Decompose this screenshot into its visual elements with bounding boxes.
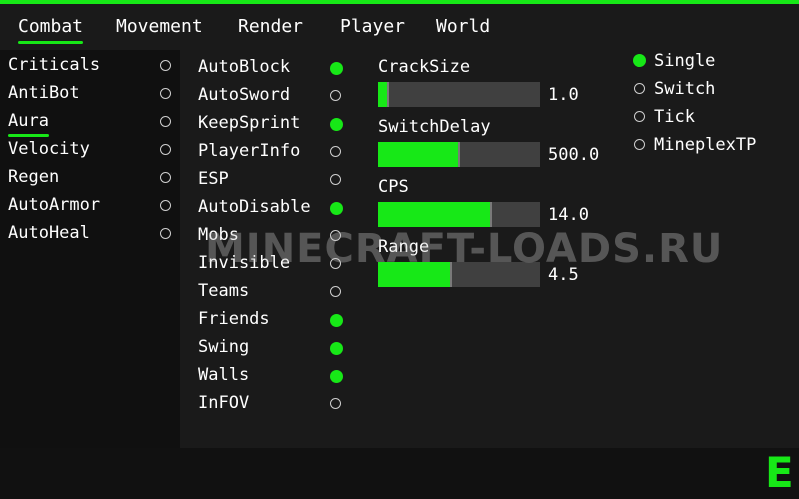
module-antibot[interactable]: AntiBot [8, 83, 80, 103]
module-antibot-toggle[interactable] [160, 88, 171, 99]
setting-autoblock-toggle[interactable] [330, 62, 343, 75]
module-autoarmor-toggle[interactable] [160, 200, 171, 211]
setting-autodisable-toggle[interactable] [330, 202, 343, 215]
client-logo: E [765, 448, 794, 497]
mode-tick-radio[interactable] [634, 111, 645, 122]
tab-player[interactable]: Player [340, 16, 405, 38]
cracksize-value: 1.0 [548, 85, 579, 105]
module-velocity[interactable]: Velocity [8, 139, 90, 159]
setting-infov-toggle[interactable] [330, 398, 341, 409]
setting-swing[interactable]: Swing [198, 337, 249, 357]
mode-switch[interactable]: Switch [654, 79, 715, 99]
cps-slider-handle[interactable] [490, 202, 493, 227]
module-regen-toggle[interactable] [160, 172, 171, 183]
cps-value: 14.0 [548, 205, 589, 225]
watermark-text: MINECRAFT-LOADS.RU [205, 226, 724, 272]
setting-walls[interactable]: Walls [198, 365, 249, 385]
setting-walls-toggle[interactable] [330, 370, 343, 383]
switchdelay-label: SwitchDelay [378, 117, 491, 137]
switchdelay-slider-fill [378, 142, 459, 167]
setting-keepsprint-toggle[interactable] [330, 118, 343, 131]
module-list-panel [0, 50, 180, 448]
setting-infov[interactable]: InFOV [198, 393, 249, 413]
setting-friends[interactable]: Friends [198, 309, 270, 329]
setting-esp[interactable]: ESP [198, 169, 229, 189]
setting-friends-toggle[interactable] [330, 314, 343, 327]
tab-movement[interactable]: Movement [116, 16, 203, 38]
bottom-bar [0, 448, 799, 499]
mode-switch-radio[interactable] [634, 83, 645, 94]
cps-label: CPS [378, 177, 409, 197]
mode-mineplextp-radio[interactable] [634, 139, 645, 150]
setting-teams[interactable]: Teams [198, 281, 249, 301]
setting-teams-toggle[interactable] [330, 286, 341, 297]
setting-autosword-toggle[interactable] [330, 90, 341, 101]
cracksize-slider-handle[interactable] [386, 82, 389, 107]
setting-keepsprint[interactable]: KeepSprint [198, 113, 300, 133]
setting-playerinfo[interactable]: PlayerInfo [198, 141, 300, 161]
module-velocity-toggle[interactable] [160, 144, 171, 155]
switchdelay-value: 500.0 [548, 145, 600, 165]
tab-world[interactable]: World [436, 16, 490, 38]
cps-slider-fill [378, 202, 492, 227]
module-aura[interactable]: Aura [8, 111, 49, 137]
module-regen[interactable]: Regen [8, 167, 59, 187]
module-autoheal-toggle[interactable] [160, 228, 171, 239]
setting-autoblock[interactable]: AutoBlock [198, 57, 290, 77]
switchdelay-slider-handle[interactable] [458, 142, 460, 167]
tab-render[interactable]: Render [238, 16, 303, 38]
mode-single[interactable]: Single [654, 51, 715, 71]
setting-esp-toggle[interactable] [330, 174, 341, 185]
mode-mineplextp[interactable]: MineplexTP [654, 135, 756, 155]
module-criticals-toggle[interactable] [160, 60, 171, 71]
category-tab-bar: Combat Movement Render Player World [0, 4, 799, 50]
cps-slider[interactable] [378, 202, 540, 227]
mode-tick[interactable]: Tick [654, 107, 695, 127]
mode-single-radio[interactable] [633, 54, 646, 67]
setting-autosword[interactable]: AutoSword [198, 85, 290, 105]
module-autoheal[interactable]: AutoHeal [8, 223, 90, 243]
tab-combat[interactable]: Combat [18, 16, 84, 44]
module-autoarmor[interactable]: AutoArmor [8, 195, 100, 215]
cracksize-label: CrackSize [378, 57, 471, 77]
module-criticals[interactable]: Criticals [8, 55, 100, 75]
setting-playerinfo-toggle[interactable] [330, 146, 341, 157]
setting-swing-toggle[interactable] [330, 342, 343, 355]
setting-autodisable[interactable]: AutoDisable [198, 197, 311, 217]
module-aura-toggle[interactable] [160, 116, 171, 127]
switchdelay-slider[interactable] [378, 142, 540, 167]
cracksize-slider[interactable] [378, 82, 540, 107]
